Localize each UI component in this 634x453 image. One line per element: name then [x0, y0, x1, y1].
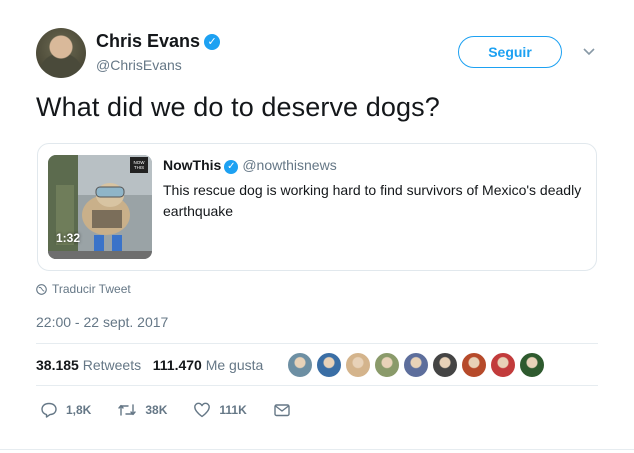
- divider: [36, 385, 598, 386]
- divider: [36, 343, 598, 344]
- author-name[interactable]: Chris Evans: [96, 31, 200, 51]
- tweet-stats: 38.185 Retweets 111.470 Me gusta: [36, 357, 263, 373]
- liker-avatar[interactable]: [345, 352, 371, 378]
- quoted-author-row[interactable]: NowThis ✓ @nowthisnews: [163, 157, 337, 174]
- translate-label[interactable]: Traducir Tweet: [52, 282, 131, 296]
- liker-avatar[interactable]: [374, 352, 400, 378]
- direct-message-button[interactable]: [273, 401, 299, 419]
- liker-avatar[interactable]: [461, 352, 487, 378]
- reply-count: 1,8K: [66, 403, 92, 417]
- verified-badge-icon: ✓: [204, 34, 221, 50]
- liker-avatar[interactable]: [432, 352, 458, 378]
- envelope-icon: [274, 404, 290, 417]
- liker-avatar[interactable]: [519, 352, 545, 378]
- retweet-button[interactable]: 38K: [117, 401, 167, 419]
- author-name-row[interactable]: Chris Evans ✓: [96, 31, 221, 52]
- liker-avatar[interactable]: [490, 352, 516, 378]
- retweets-stat[interactable]: 38.185 Retweets: [36, 357, 141, 373]
- liker-avatar[interactable]: [403, 352, 429, 378]
- translate-tweet-link[interactable]: Traducir Tweet: [36, 282, 131, 296]
- liker-avatar[interactable]: [316, 352, 342, 378]
- retweets-count[interactable]: 38.185: [36, 357, 79, 373]
- author-handle[interactable]: @ChrisEvans: [96, 57, 182, 73]
- verified-badge-icon: ✓: [224, 160, 239, 174]
- reply-button[interactable]: 1,8K: [40, 401, 91, 419]
- likes-label[interactable]: Me gusta: [206, 357, 264, 373]
- quoted-author-name[interactable]: NowThis: [163, 157, 221, 173]
- video-duration: 1:32: [56, 231, 81, 245]
- retweets-label[interactable]: Retweets: [83, 357, 141, 373]
- liker-avatars: [287, 352, 548, 378]
- reply-icon: [41, 402, 57, 418]
- retweet-count: 38K: [145, 403, 168, 417]
- tweet-text: What did we do to deserve dogs?: [36, 92, 440, 122]
- likes-count[interactable]: 111.470: [153, 357, 202, 373]
- likes-stat[interactable]: 111.470 Me gusta: [153, 357, 264, 373]
- quoted-author-handle[interactable]: @nowthisnews: [242, 157, 336, 173]
- like-count: 111K: [219, 403, 247, 417]
- tweet-actions: 1,8K 38K 111K: [40, 401, 325, 419]
- chevron-down-icon[interactable]: [582, 44, 596, 58]
- heart-icon: [194, 402, 211, 418]
- follow-button[interactable]: Seguir: [458, 36, 562, 68]
- liker-avatar[interactable]: [287, 352, 313, 378]
- divider: [0, 449, 634, 450]
- retweet-icon: [118, 404, 137, 416]
- thumbnail-badge: NOW THIS: [134, 160, 146, 170]
- like-button[interactable]: 111K: [193, 401, 247, 419]
- author-avatar[interactable]: [36, 28, 86, 78]
- globe-icon: [36, 283, 47, 295]
- quoted-tweet-text: This rescue dog is working hard to find …: [163, 182, 582, 219]
- tweet-timestamp[interactable]: 22:00 - 22 sept. 2017: [36, 314, 168, 330]
